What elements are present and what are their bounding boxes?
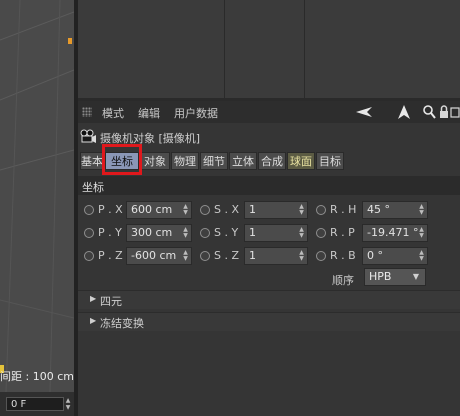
param-label-px: P . X xyxy=(98,203,123,216)
order-label: 顺序 xyxy=(332,274,354,287)
annotation-highlight-box xyxy=(102,144,142,175)
scale-z-stepper[interactable]: ▲ ▼ xyxy=(298,250,305,262)
scale-z-value: 1 xyxy=(249,249,256,262)
rotation-p-stepper[interactable]: ▲ ▼ xyxy=(418,227,425,239)
rotation-h-field[interactable]: 45 ° ▲ ▼ xyxy=(362,201,428,219)
rotation-order-value: HPB xyxy=(369,270,392,283)
section-title: 坐标 xyxy=(82,181,104,194)
param-label-pz: P . Z xyxy=(98,249,123,262)
group-quaternion[interactable]: ▶ 四元 xyxy=(78,290,460,309)
viewport[interactable]: 间距 : 100 cm xyxy=(0,0,74,392)
position-y-value: 300 cm xyxy=(131,226,173,239)
frame-field[interactable]: 0 F xyxy=(6,397,64,411)
grid-spacing-readout: 间距 : 100 cm xyxy=(0,370,74,383)
position-y-stepper[interactable]: ▲ ▼ xyxy=(182,227,189,239)
upper-panel xyxy=(78,0,460,98)
tab-spherical[interactable]: 球面 xyxy=(287,152,315,170)
tab-object[interactable]: 对象 xyxy=(140,152,170,170)
up-arrow-icon[interactable] xyxy=(396,104,412,120)
rotation-b-field[interactable]: 0 ° ▲ ▼ xyxy=(362,247,428,265)
tab-basic[interactable]: 基本 xyxy=(80,152,104,170)
tab-target[interactable]: 目标 xyxy=(316,152,344,170)
position-z-field[interactable]: -600 cm ▲ ▼ xyxy=(126,247,192,265)
scale-x-value: 1 xyxy=(249,203,256,216)
panel-grip-icon[interactable] xyxy=(82,107,92,117)
search-icon[interactable] xyxy=(422,104,436,120)
expand-arrow-icon: ▶ xyxy=(90,294,97,303)
keyframe-radio[interactable] xyxy=(84,228,94,238)
keyframe-radio[interactable] xyxy=(316,228,326,238)
position-y-field[interactable]: 300 cm ▲ ▼ xyxy=(126,224,192,242)
position-x-field[interactable]: 600 cm ▲ ▼ xyxy=(126,201,192,219)
attribute-menubar: 模式 编辑 用户数据 xyxy=(78,101,460,123)
param-label-rp: R . P xyxy=(330,226,355,239)
tab-physical[interactable]: 物理 xyxy=(171,152,199,170)
keyframe-radio[interactable] xyxy=(316,205,326,215)
menu-mode[interactable]: 模式 xyxy=(102,105,124,121)
lock-icon[interactable] xyxy=(438,104,450,120)
scale-y-stepper[interactable]: ▲ ▼ xyxy=(298,227,305,239)
tab-composition[interactable]: 合成 xyxy=(258,152,286,170)
param-label-rh: R . H xyxy=(330,203,357,216)
param-label-sy: S . Y xyxy=(214,226,239,239)
dropdown-arrow-icon: ▼ xyxy=(412,272,419,281)
param-label-py: P . Y xyxy=(98,226,122,239)
tab-stereoscopic[interactable]: 立体 xyxy=(229,152,257,170)
position-x-stepper[interactable]: ▲ ▼ xyxy=(182,204,189,216)
scale-x-stepper[interactable]: ▲ ▼ xyxy=(298,204,305,216)
rotation-h-stepper[interactable]: ▲ ▼ xyxy=(418,204,425,216)
frame-stepper[interactable]: ▲ ▼ xyxy=(64,397,72,411)
menu-user-data[interactable]: 用户数据 xyxy=(174,105,218,121)
rotation-p-field[interactable]: -19.471 ° ▲ ▼ xyxy=(362,224,428,242)
viewport-grid xyxy=(0,0,74,392)
rotation-p-value: -19.471 ° xyxy=(367,226,419,239)
scale-y-field[interactable]: 1 ▲ ▼ xyxy=(244,224,308,242)
column-divider xyxy=(224,0,225,98)
keyframe-radio[interactable] xyxy=(200,251,210,261)
back-arrow-icon[interactable] xyxy=(355,104,373,120)
column-divider xyxy=(304,0,305,98)
scale-x-field[interactable]: 1 ▲ ▼ xyxy=(244,201,308,219)
param-label-sz: S . Z xyxy=(214,249,240,262)
position-x-value: 600 cm xyxy=(131,203,173,216)
scale-y-value: 1 xyxy=(249,226,256,239)
group-freeze-transform[interactable]: ▶ 冻结变换 xyxy=(78,312,460,331)
keyframe-radio[interactable] xyxy=(200,205,210,215)
new-panel-icon[interactable] xyxy=(450,104,460,120)
camera-icon xyxy=(80,129,96,143)
keyframe-radio[interactable] xyxy=(200,228,210,238)
tab-details[interactable]: 细节 xyxy=(200,152,228,170)
group-quaternion-label: 四元 xyxy=(100,295,122,308)
position-z-stepper[interactable]: ▲ ▼ xyxy=(182,250,189,262)
keyframe-radio[interactable] xyxy=(84,205,94,215)
param-label-sx: S . X xyxy=(214,203,240,216)
axis-marker xyxy=(68,38,72,44)
rotation-h-value: 45 ° xyxy=(367,203,390,216)
rotation-b-stepper[interactable]: ▲ ▼ xyxy=(418,250,425,262)
expand-arrow-icon: ▶ xyxy=(90,316,97,325)
keyframe-radio[interactable] xyxy=(84,251,94,261)
scale-z-field[interactable]: 1 ▲ ▼ xyxy=(244,247,308,265)
group-freeze-transform-label: 冻结变换 xyxy=(100,317,144,330)
menu-edit[interactable]: 编辑 xyxy=(138,105,160,121)
rotation-b-value: 0 ° xyxy=(367,249,383,262)
position-z-value: -600 cm xyxy=(131,249,177,262)
rotation-order-select[interactable]: HPB ▼ xyxy=(364,268,426,286)
param-label-rb: R . B xyxy=(330,249,356,262)
keyframe-radio[interactable] xyxy=(316,251,326,261)
attribute-manager: 模式 编辑 用户数据 摄像机对象 [摄像机] 基本 坐标 对象 物理 细节 立体… xyxy=(78,101,460,416)
section-header: 坐标 xyxy=(78,176,460,195)
